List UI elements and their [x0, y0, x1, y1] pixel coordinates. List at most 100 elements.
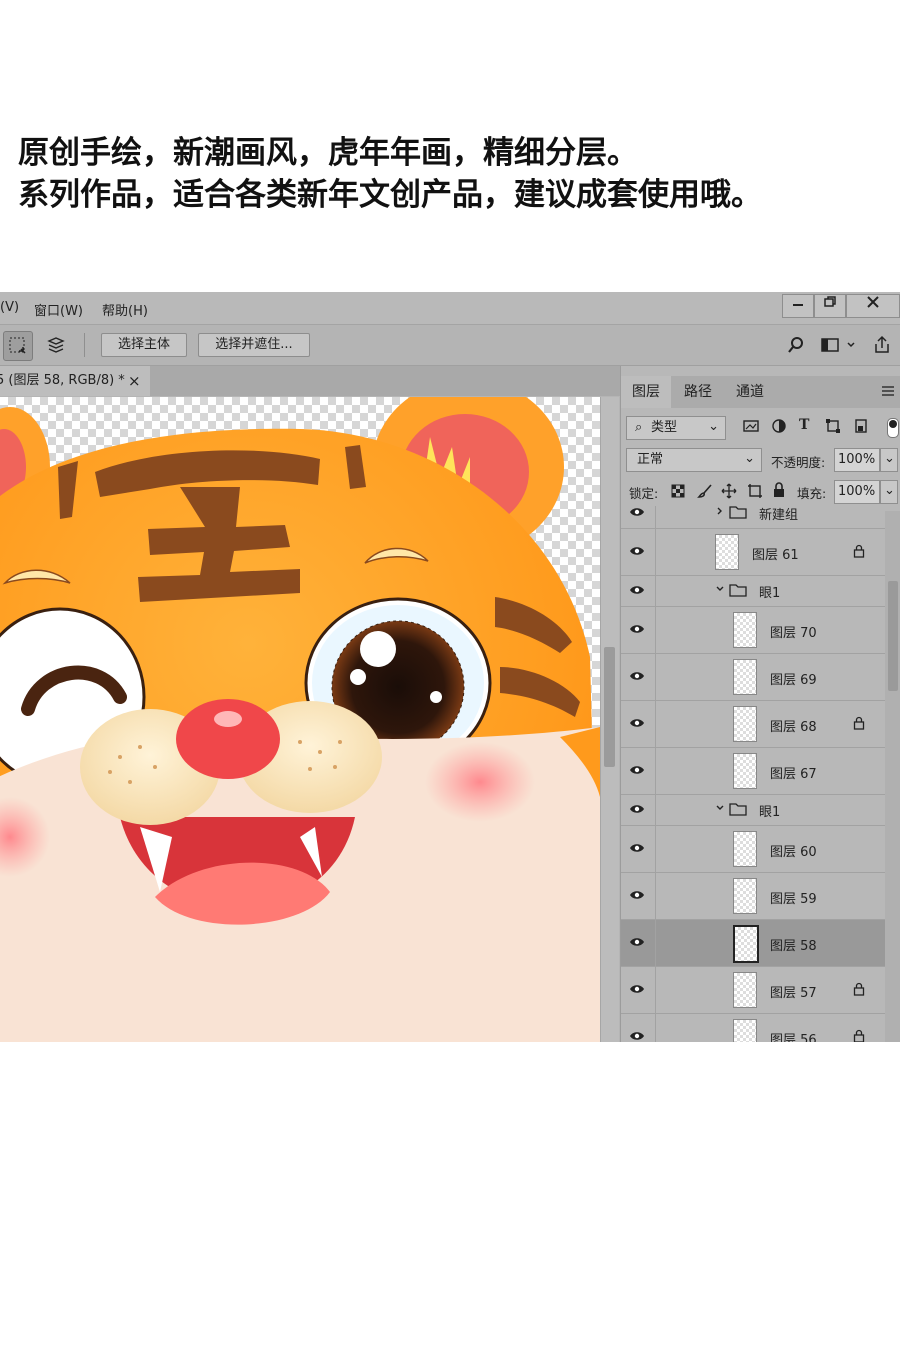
- layer-thumbnail[interactable]: [715, 534, 739, 570]
- quick-select-tool-icon[interactable]: [3, 331, 33, 361]
- blend-row: 正常 ⌄ 不透明度: 100% ⌄: [621, 444, 900, 474]
- layer-row[interactable]: 图层 68: [621, 701, 885, 748]
- adjustment-filter-icon[interactable]: [771, 418, 787, 438]
- smart-object-filter-icon[interactable]: [853, 418, 869, 438]
- caption-line-1: 原创手绘，新潮画风，虎年年画，精细分层。: [18, 135, 638, 171]
- lock-label: 锁定:: [629, 486, 659, 501]
- tab-close-icon[interactable]: ×: [128, 366, 141, 396]
- select-subject-button[interactable]: 选择主体: [101, 333, 187, 357]
- layer-group-row[interactable]: 眼1: [621, 576, 885, 607]
- layer-name: 图层 57: [770, 986, 817, 1001]
- visibility-column-divider: [655, 576, 656, 606]
- minimize-icon[interactable]: [782, 294, 814, 318]
- layer-thumbnail[interactable]: [733, 878, 757, 914]
- document-tab[interactable]: 5 (图层 58, RGB/8) * ×: [0, 366, 150, 396]
- eye-icon[interactable]: [629, 717, 647, 733]
- opacity-input[interactable]: 100%: [834, 448, 880, 472]
- eye-icon[interactable]: [629, 506, 647, 522]
- canvas-scroll-thumb[interactable]: [604, 647, 615, 767]
- tab-layers[interactable]: 图层: [621, 376, 671, 408]
- filter-kind-select[interactable]: ⌕ 类型 ⌄: [626, 416, 726, 440]
- layer-row[interactable]: 图层 70: [621, 607, 885, 654]
- layer-thumbnail[interactable]: [733, 1019, 757, 1042]
- eye-icon[interactable]: [629, 842, 647, 858]
- chevron-down-icon[interactable]: [715, 583, 725, 598]
- layer-row[interactable]: 图层 67: [621, 748, 885, 795]
- layer-thumbnail[interactable]: [733, 706, 757, 742]
- share-icon[interactable]: [868, 331, 896, 359]
- eye-icon[interactable]: [629, 764, 647, 780]
- eye-icon[interactable]: [629, 983, 647, 999]
- canvas[interactable]: [0, 397, 600, 1042]
- eye-icon[interactable]: [629, 545, 647, 561]
- layer-row[interactable]: 图层 60: [621, 826, 885, 873]
- tab-paths[interactable]: 路径: [673, 376, 723, 408]
- layers-scroll-thumb[interactable]: [888, 581, 898, 691]
- menu-item-help[interactable]: 帮助(H): [102, 300, 148, 319]
- lock-transparent-icon[interactable]: [671, 484, 685, 502]
- right-cheek: [425, 742, 535, 822]
- workspace-icon[interactable]: [816, 331, 844, 359]
- menu-item-view[interactable]: (V): [0, 300, 19, 315]
- lock-move-icon[interactable]: [721, 483, 737, 503]
- layer-thumbnail[interactable]: [733, 972, 757, 1008]
- visibility-column-divider: [655, 701, 656, 747]
- eye-icon[interactable]: [629, 584, 647, 600]
- eye-icon[interactable]: [629, 803, 647, 819]
- tab-channels[interactable]: 通道: [725, 376, 775, 408]
- eye-icon[interactable]: [629, 936, 647, 952]
- layer-row[interactable]: 图层 58: [621, 920, 885, 967]
- restore-icon[interactable]: [814, 294, 846, 318]
- panel-menu-icon[interactable]: [881, 384, 895, 402]
- layers-scrollbar[interactable]: [885, 511, 900, 1042]
- layer-group-name: 新建组: [759, 508, 799, 523]
- lock-brush-icon[interactable]: [697, 483, 713, 503]
- menu-bar: (V) 窗口(W) 帮助(H): [0, 292, 900, 325]
- layer-row[interactable]: 图层 56: [621, 1014, 885, 1042]
- chevron-down-icon[interactable]: [842, 331, 860, 359]
- select-and-mask-button[interactable]: 选择并遮住...: [198, 333, 310, 357]
- lock-all-icon[interactable]: [772, 482, 786, 502]
- canvas-scrollbar[interactable]: [600, 397, 619, 1042]
- visibility-column-divider: [655, 529, 656, 575]
- filter-toggle[interactable]: [887, 418, 899, 438]
- eye-icon[interactable]: [629, 889, 647, 905]
- chevron-down-icon[interactable]: [715, 802, 725, 817]
- tiger-illustration: [0, 397, 600, 1042]
- layer-thumbnail[interactable]: [733, 925, 759, 963]
- layer-row[interactable]: 图层 69: [621, 654, 885, 701]
- blend-mode-select[interactable]: 正常 ⌄: [626, 448, 762, 472]
- lock-artboard-icon[interactable]: [747, 483, 763, 503]
- layer-group-row[interactable]: 新建组: [621, 506, 885, 529]
- layers-panel: 图层 路径 通道 ⌕ 类型 ⌄ T 正常 ⌄ 不透明度: 100% ⌄ 锁定: …: [620, 366, 900, 1042]
- visibility-column-divider: [655, 748, 656, 794]
- shape-filter-icon[interactable]: [825, 418, 841, 438]
- layer-thumbnail[interactable]: [733, 831, 757, 867]
- subtract-selection-icon[interactable]: [42, 331, 70, 359]
- type-filter-icon[interactable]: T: [799, 417, 809, 433]
- pixel-filter-icon[interactable]: [743, 418, 759, 438]
- layer-row[interactable]: 图层 61: [621, 529, 885, 576]
- layer-group-row[interactable]: 眼1: [621, 795, 885, 826]
- layer-thumbnail[interactable]: [733, 753, 757, 789]
- search-small-icon: ⌕: [635, 420, 643, 435]
- layer-thumbnail[interactable]: [733, 612, 757, 648]
- eye-icon[interactable]: [629, 670, 647, 686]
- caption-line-2: 系列作品，适合各类新年文创产品，建议成套使用哦。: [18, 177, 762, 213]
- layer-thumbnail[interactable]: [733, 659, 757, 695]
- layer-name: 图层 69: [770, 673, 817, 688]
- layer-row[interactable]: 图层 57: [621, 967, 885, 1014]
- visibility-column-divider: [655, 826, 656, 872]
- fill-dropdown-icon[interactable]: ⌄: [880, 480, 898, 504]
- menu-item-window[interactable]: 窗口(W): [34, 300, 83, 319]
- options-bar: 选择主体 选择并遮住...: [0, 325, 900, 366]
- layer-row[interactable]: 图层 59: [621, 873, 885, 920]
- close-icon[interactable]: [846, 294, 900, 318]
- chevron-right-icon[interactable]: [715, 506, 725, 520]
- opacity-label: 不透明度:: [771, 455, 826, 470]
- eye-icon[interactable]: [629, 623, 647, 639]
- eye-icon[interactable]: [629, 1030, 647, 1042]
- search-icon[interactable]: [782, 331, 810, 359]
- fill-input[interactable]: 100%: [834, 480, 880, 504]
- opacity-dropdown-icon[interactable]: ⌄: [880, 448, 898, 472]
